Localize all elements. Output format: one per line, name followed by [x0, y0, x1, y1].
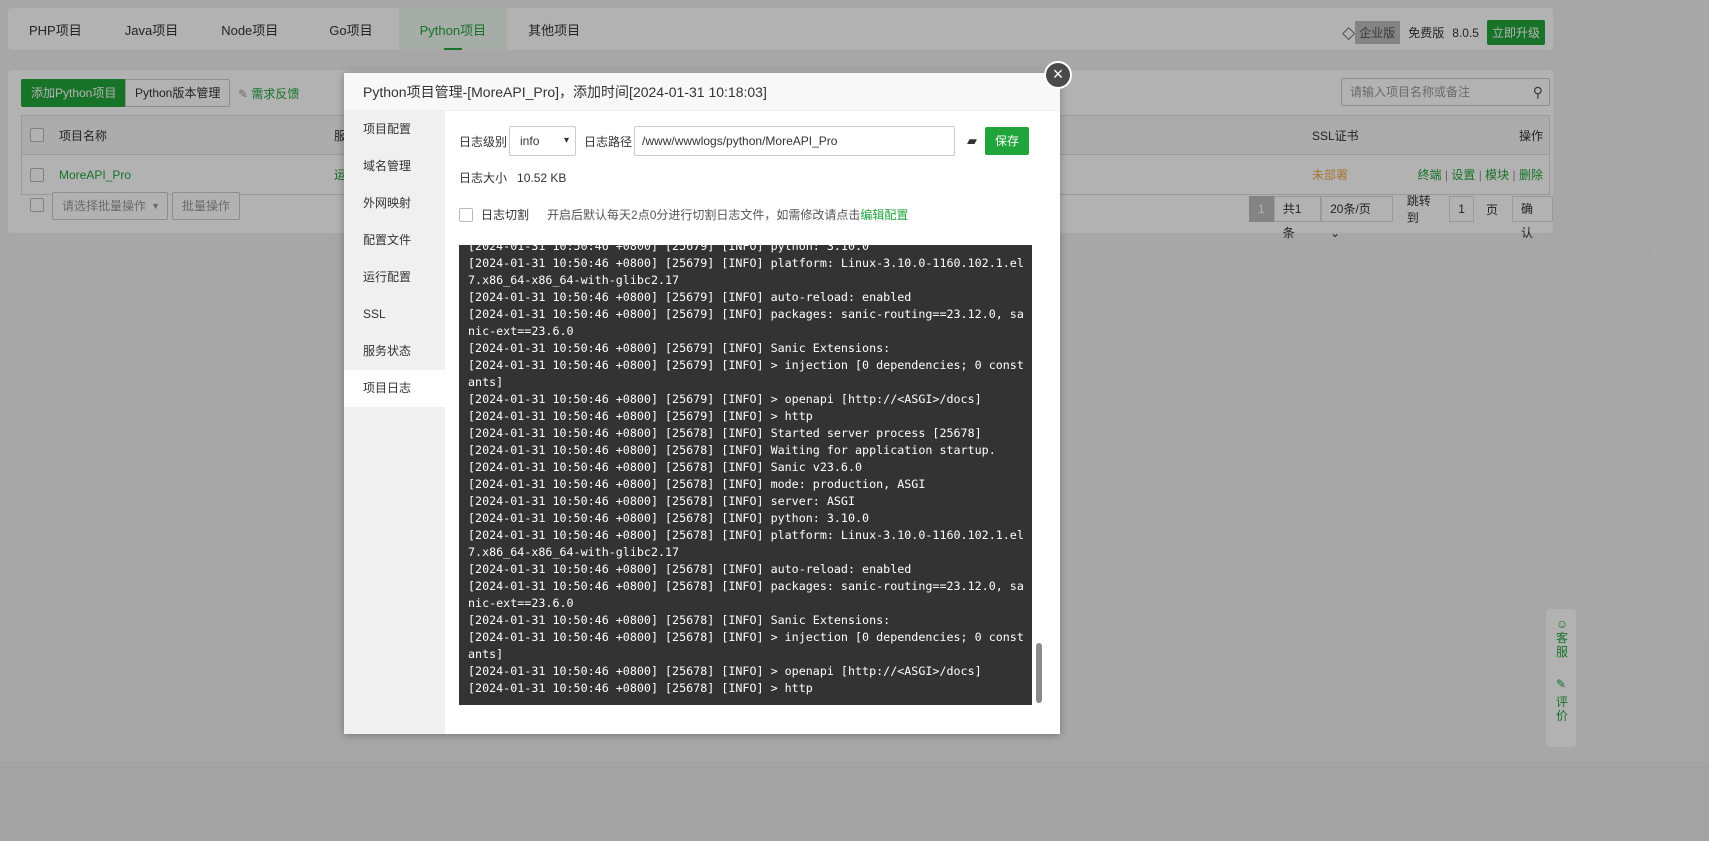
log-line: [2024-01-31 10:50:46 +0800] [25679] [INF… [468, 256, 1024, 287]
log-line: [2024-01-31 10:50:46 +0800] [25678] [INF… [468, 562, 912, 576]
python-project-dialog: Python项目管理-[MoreAPI_Pro]，添加时间[2024-01-31… [344, 61, 1072, 734]
log-line: [2024-01-31 10:50:46 +0800] [25678] [INF… [468, 681, 813, 695]
menu-config-file[interactable]: 配置文件 [344, 222, 445, 259]
log-rotate-label: 日志切割 [481, 208, 530, 222]
scrollbar-thumb[interactable] [1036, 643, 1042, 703]
menu-domain[interactable]: 域名管理 [344, 148, 445, 185]
log-line: [2024-01-31 10:50:46 +0800] [25679] [INF… [468, 341, 891, 355]
menu-run-config[interactable]: 运行配置 [344, 259, 445, 296]
log-line: [2024-01-31 10:50:46 +0800] [25678] [INF… [468, 494, 856, 508]
log-line: [2024-01-31 10:50:46 +0800] [25678] [INF… [468, 511, 870, 525]
log-level-select[interactable]: info ▾ [509, 126, 577, 156]
log-line: [2024-01-31 10:50:46 +0800] [25679] [INF… [468, 245, 870, 253]
log-panel: 日志级别 info ▾ 日志路径 /www/wwwlogs/python/More… [445, 111, 1060, 734]
log-level-value: info [520, 134, 540, 148]
log-line: [2024-01-31 10:50:46 +0800] [25678] [INF… [468, 460, 863, 474]
log-size-value: 10.52 KB [517, 170, 567, 185]
log-line: [2024-01-31 10:50:46 +0800] [25679] [INF… [468, 290, 912, 304]
log-path-input[interactable]: /www/wwwlogs/python/MoreAPI_Pro [634, 126, 956, 156]
log-path-label: 日志路径 [584, 134, 633, 149]
close-icon[interactable]: × [1044, 61, 1072, 89]
log-line: [2024-01-31 10:50:46 +0800] [25678] [INF… [468, 579, 1024, 610]
edit-config-link[interactable]: 编辑配置 [860, 206, 908, 223]
dialog-title: Python项目管理-[MoreAPI_Pro]，添加时间[2024-01-31… [344, 73, 1060, 111]
log-line: [2024-01-31 10:50:46 +0800] [25678] [INF… [468, 477, 926, 491]
menu-ssl[interactable]: SSL [344, 296, 445, 333]
menu-project-config[interactable]: 项目配置 [344, 111, 445, 148]
log-line: [2024-01-31 10:50:46 +0800] [25678] [INF… [468, 443, 996, 457]
log-line: [2024-01-31 10:50:46 +0800] [25679] [INF… [468, 392, 982, 406]
log-line: [2024-01-31 10:50:46 +0800] [25679] [INF… [468, 307, 1024, 338]
folder-icon[interactable]: ▰ [967, 133, 977, 149]
log-line: [2024-01-31 10:50:46 +0800] [25679] [INF… [468, 409, 813, 423]
log-line: [2024-01-31 10:50:46 +0800] [25678] [INF… [468, 613, 891, 627]
log-level-label: 日志级别 [459, 134, 508, 149]
log-line: [2024-01-31 10:50:46 +0800] [25678] [INF… [468, 528, 1024, 559]
chevron-down-icon: ▾ [563, 135, 570, 146]
menu-service-status[interactable]: 服务状态 [344, 333, 445, 370]
log-output[interactable]: [2024-01-31 10:50:46 +0800] [25679] [INF… [459, 245, 1032, 705]
log-line: [2024-01-31 10:50:46 +0800] [25679] [INF… [468, 358, 1024, 389]
log-size-label: 日志大小 [459, 171, 508, 185]
log-rotate-checkbox[interactable] [459, 207, 473, 222]
log-line: [2024-01-31 10:50:46 +0800] [25678] [INF… [468, 426, 982, 440]
log-scrollbar[interactable] [1036, 245, 1043, 705]
log-rotate-desc: 开启后默认每天2点0分进行切割日志文件，如需修改请点击 [547, 208, 861, 222]
dialog-menu: 项目配置 域名管理 外网映射 配置文件 运行配置 SSL 服务状态 项目日志 [344, 111, 445, 734]
log-line: [2024-01-31 10:50:46 +0800] [25678] [INF… [468, 630, 1024, 661]
save-button[interactable]: 保存 [985, 127, 1030, 155]
menu-external-mapping[interactable]: 外网映射 [344, 185, 445, 222]
menu-project-log[interactable]: 项目日志 [344, 370, 445, 407]
log-line: [2024-01-31 10:50:46 +0800] [25678] [INF… [468, 664, 982, 678]
